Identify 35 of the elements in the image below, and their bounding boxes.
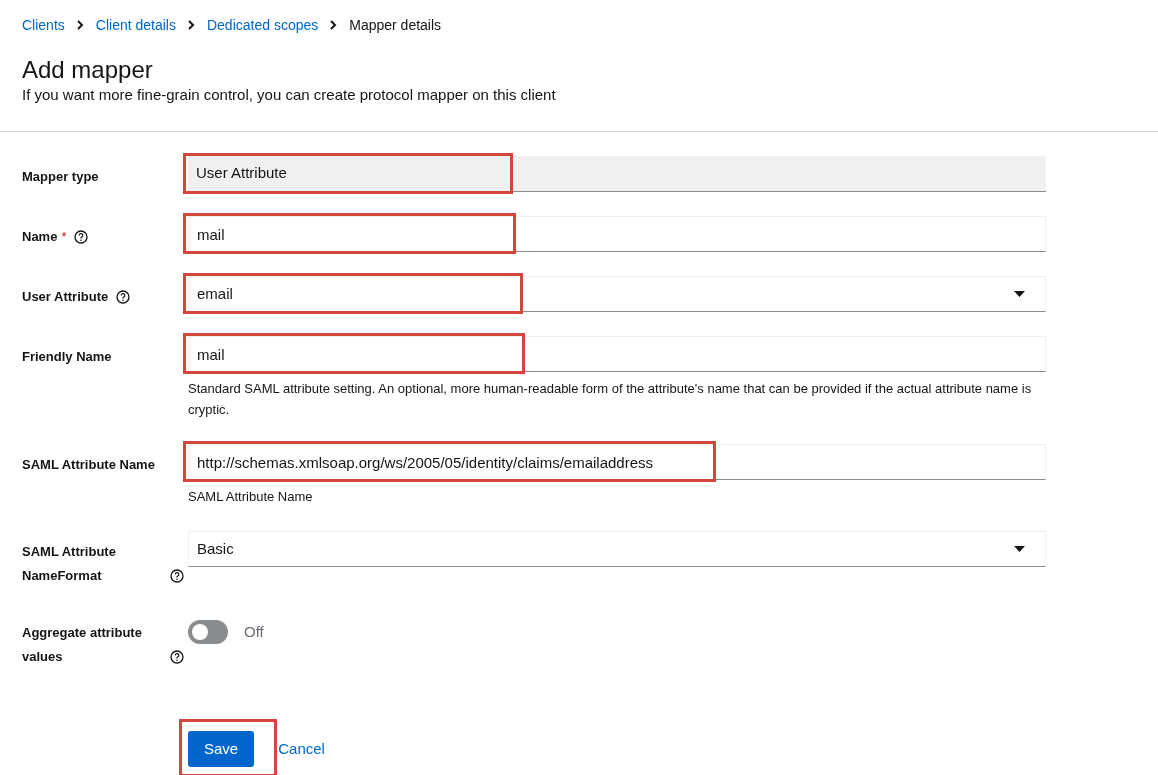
field-label: SAML Attribute Name — [22, 456, 155, 474]
field-label: User Attribute — [22, 288, 109, 306]
helper-text: Standard SAML attribute setting. An optional, more human-readable form of the attribute's name that can be provided if the actual attribute name is cryptic. — [188, 380, 1033, 419]
input-field[interactable]: mail — [188, 336, 1046, 372]
field-label: Mapper type — [22, 168, 99, 186]
help-icon[interactable] — [116, 290, 131, 304]
caret-icon — [1014, 291, 1025, 297]
field-label: SAML Attribute NameFormat — [22, 543, 117, 585]
help-icon[interactable] — [74, 230, 89, 244]
chevron-icon — [330, 20, 338, 30]
toggle-state-label: Off — [244, 621, 264, 642]
helper-text: SAML Attribute Name — [188, 488, 314, 506]
chevron-icon — [76, 20, 84, 30]
save-button[interactable]: Save — [188, 731, 255, 767]
chevron-icon — [187, 20, 195, 30]
page-title: Add mapper — [22, 55, 154, 85]
breadcrumb-link[interactable]: Clients — [22, 14, 65, 36]
field-label: Name — [22, 228, 58, 246]
select-field[interactable]: Basic — [188, 531, 1046, 567]
help-icon[interactable] — [170, 650, 184, 664]
field-label: Aggregate attribute values — [22, 624, 143, 666]
input-field[interactable]: http://schemas.xmlsoap.org/ws/2005/05/identity/claims/emailaddress — [188, 444, 1046, 480]
breadcrumb-link[interactable]: Client details — [95, 14, 176, 36]
help-icon[interactable] — [170, 569, 184, 583]
field-label: Friendly Name — [22, 348, 112, 366]
toggle-switch[interactable] — [188, 620, 228, 644]
page-subtitle: If you want more fine-grain control, you can create protocol mapper on this client — [22, 85, 557, 105]
select-field[interactable]: email — [188, 276, 1046, 312]
mapper-type-field: User Attribute — [188, 156, 1046, 192]
input-field[interactable]: mail — [188, 216, 1046, 252]
breadcrumb-current: Mapper details — [349, 15, 442, 35]
required-asterisk: * — [61, 228, 67, 246]
cancel-link[interactable]: Cancel — [278, 737, 325, 761]
caret-icon — [1014, 546, 1025, 552]
breadcrumb-link[interactable]: Dedicated scopes — [206, 14, 319, 36]
